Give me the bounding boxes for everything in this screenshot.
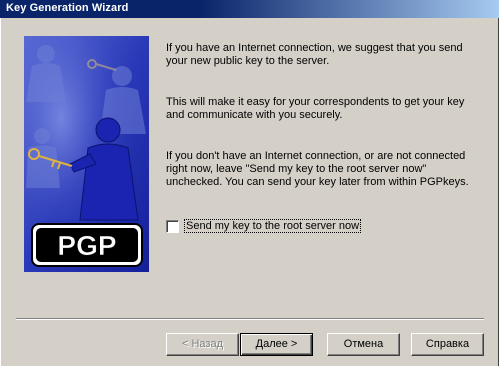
- help-button[interactable]: Справка: [411, 333, 484, 356]
- pgp-logo: PGP: [31, 223, 143, 267]
- send-key-checkbox[interactable]: [166, 219, 179, 233]
- key-generation-wizard-dialog: Key Generation Wizard PGP If you have an…: [0, 0, 499, 366]
- back-button[interactable]: < Назад: [166, 333, 239, 356]
- send-key-checkbox-row[interactable]: Send my key to the root server now: [166, 219, 362, 233]
- pgp-banner-image: PGP: [24, 36, 149, 272]
- cancel-button[interactable]: Отмена: [327, 333, 400, 356]
- window-title: Key Generation Wizard: [6, 2, 129, 14]
- pgp-illustration: PGP: [24, 36, 149, 272]
- button-separator: [16, 318, 484, 320]
- intro-paragraph: If you have an Internet connection, we s…: [166, 42, 463, 67]
- send-key-checkbox-label[interactable]: Send my key to the root server now: [184, 219, 362, 233]
- no-connection-paragraph: If you don't have an Internet connection…: [166, 150, 469, 188]
- window-border: [0, 18, 2, 366]
- benefit-paragraph: This will make it easy for your correspo…: [166, 96, 465, 121]
- next-button[interactable]: Далее >: [240, 333, 313, 356]
- title-bar[interactable]: Key Generation Wizard: [0, 0, 499, 18]
- pgp-logo-text: PGP: [57, 230, 116, 261]
